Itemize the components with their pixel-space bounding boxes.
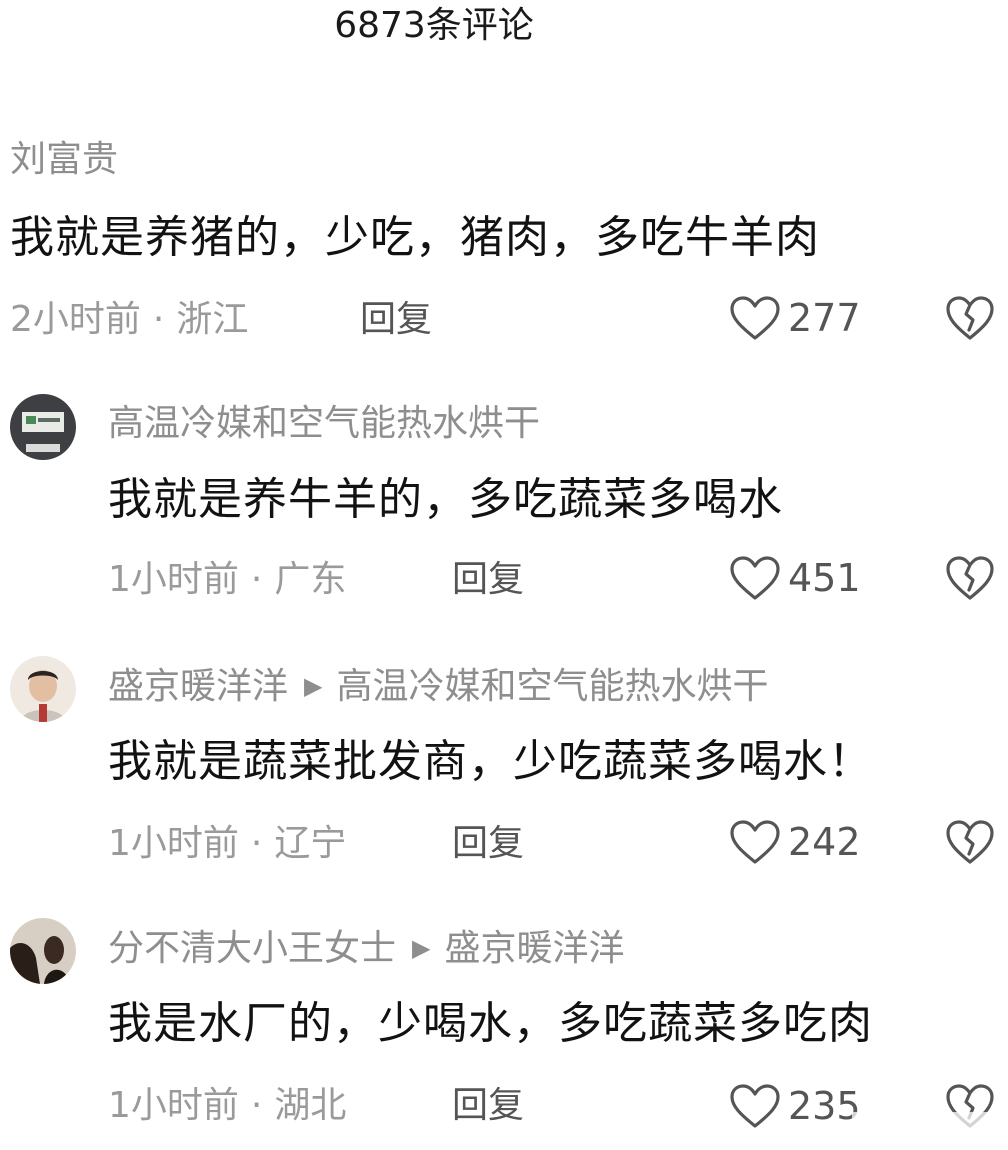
comment-username[interactable]: 刘富贵 xyxy=(10,138,118,182)
meta-separator: · xyxy=(250,823,263,864)
dislike-button[interactable] xyxy=(944,292,996,344)
reply-to-username[interactable]: 盛京暖洋洋 xyxy=(444,928,624,969)
comment-text: 我就是养牛羊的，多吃蔬菜多喝水 xyxy=(108,474,783,525)
comment-location: 辽宁 xyxy=(274,823,347,864)
triangle-right-icon: ▶ xyxy=(412,934,431,962)
like-button[interactable]: 277 xyxy=(728,292,861,344)
comment-meta: 2小时前 · 浙江 xyxy=(10,298,248,342)
broken-heart-icon xyxy=(946,556,994,600)
comment-text: 我就是蔬菜批发商，少吃蔬菜多喝水！ xyxy=(108,736,873,787)
comment-location: 湖北 xyxy=(274,1085,347,1126)
comment-username[interactable]: 盛京暖洋洋 ▶ 高温冷媒和空气能热水烘干 xyxy=(108,664,769,709)
comment-username-name[interactable]: 分不清大小王女士 xyxy=(108,928,396,969)
meta-separator: · xyxy=(250,1085,263,1126)
like-count: 235 xyxy=(788,1084,861,1128)
heart-outline-icon xyxy=(730,1084,780,1128)
comment-text: 我是水厂的，少喝水，多吃蔬菜多吃肉 xyxy=(108,998,873,1049)
heart-outline-icon xyxy=(730,820,780,864)
comment-meta: 1小时前 · 辽宁 xyxy=(108,822,346,866)
like-button[interactable]: 235 xyxy=(728,1080,861,1132)
avatar[interactable] xyxy=(10,918,76,984)
reply-button[interactable]: 回复 xyxy=(452,1084,524,1128)
comment-count-title: 6873条评论 xyxy=(334,5,534,46)
meta-separator: · xyxy=(250,559,263,600)
reply-button[interactable]: 回复 xyxy=(360,298,432,342)
like-count: 451 xyxy=(788,556,861,600)
meta-separator: · xyxy=(152,299,165,340)
dislike-button[interactable] xyxy=(944,816,996,868)
like-count: 242 xyxy=(788,820,861,864)
dislike-button[interactable] xyxy=(944,552,996,604)
comment-time: 2小时前 xyxy=(10,299,141,340)
comment-username-name[interactable]: 盛京暖洋洋 xyxy=(108,666,288,707)
comment-meta: 1小时前 · 湖北 xyxy=(108,1084,346,1128)
comment-meta: 1小时前 · 广东 xyxy=(108,558,346,602)
heart-outline-icon xyxy=(730,556,780,600)
comment-text: 我就是养猪的，少吃，猪肉，多吃牛羊肉 xyxy=(10,212,820,263)
avatar[interactable] xyxy=(10,656,76,722)
reply-to-username[interactable]: 高温冷媒和空气能热水烘干 xyxy=(336,666,768,707)
watermark-overlay xyxy=(852,1112,1002,1138)
comment-location: 浙江 xyxy=(176,299,249,340)
reply-button[interactable]: 回复 xyxy=(452,822,524,866)
triangle-right-icon: ▶ xyxy=(304,672,323,700)
comment-username[interactable]: 分不清大小王女士 ▶ 盛京暖洋洋 xyxy=(108,926,625,971)
like-button[interactable]: 451 xyxy=(728,552,861,604)
comment-location: 广东 xyxy=(274,559,347,600)
heart-outline-icon xyxy=(730,296,780,340)
comment-time: 1小时前 xyxy=(108,559,239,600)
reply-button[interactable]: 回复 xyxy=(452,558,524,602)
broken-heart-icon xyxy=(946,820,994,864)
broken-heart-icon xyxy=(946,296,994,340)
comment-time: 1小时前 xyxy=(108,823,239,864)
like-button[interactable]: 242 xyxy=(728,816,861,868)
comment-time: 1小时前 xyxy=(108,1085,239,1126)
like-count: 277 xyxy=(788,296,861,340)
avatar[interactable] xyxy=(10,394,76,460)
comment-username[interactable]: 高温冷媒和空气能热水烘干 xyxy=(108,402,540,446)
